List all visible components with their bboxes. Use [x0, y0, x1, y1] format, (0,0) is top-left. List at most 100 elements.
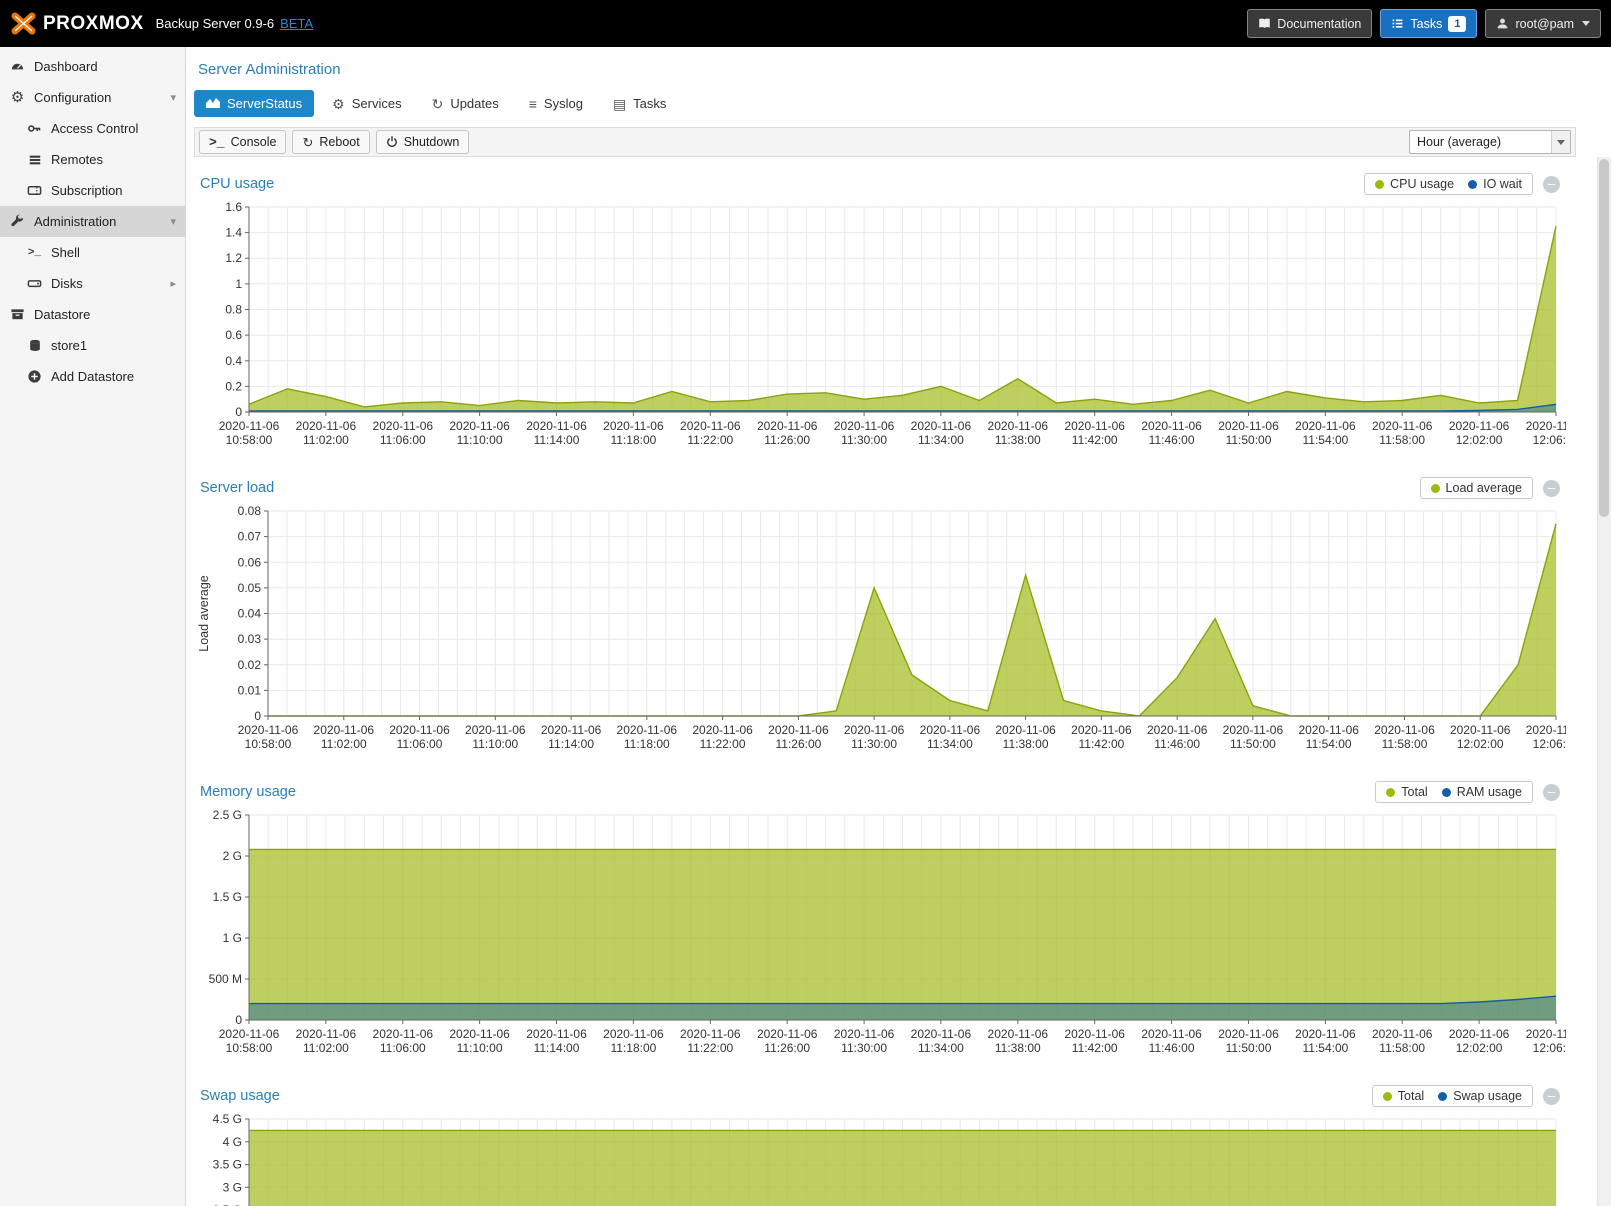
tasks-count-badge: 1 [1448, 16, 1466, 32]
tab-updates[interactable]: ↻ Updates [420, 90, 511, 117]
tab-serverstatus[interactable]: ServerStatus [194, 90, 314, 117]
svg-text:1 G: 1 G [223, 931, 242, 945]
svg-text:2020-11-06: 2020-11-06 [314, 723, 375, 737]
svg-text:2020-11-06: 2020-11-06 [692, 723, 753, 737]
svg-text:2020-11-06: 2020-11-06 [1450, 723, 1511, 737]
shutdown-button[interactable]: Shutdown [376, 130, 470, 154]
sidebar-item-store1[interactable]: store1 [0, 330, 185, 361]
legend-dot-icon [1438, 1092, 1447, 1101]
svg-text:11:34:00: 11:34:00 [927, 737, 973, 751]
sidebar-item-label: store1 [51, 338, 87, 353]
svg-text:11:02:00: 11:02:00 [303, 1041, 349, 1055]
panel-title: Server load [200, 480, 1420, 496]
svg-text:2020-11-06: 2020-11-06 [296, 419, 357, 433]
user-menu-button[interactable]: root@pam [1485, 9, 1601, 38]
svg-text:11:10:00: 11:10:00 [457, 1041, 503, 1055]
tasks-button[interactable]: Tasks 1 [1380, 9, 1477, 38]
legend-item: Total [1383, 1089, 1424, 1103]
svg-text:11:26:00: 11:26:00 [764, 433, 810, 447]
svg-text:2020-11-06: 2020-11-06 [1372, 419, 1433, 433]
brand-name: PROXMOX [43, 13, 144, 35]
svg-text:2020-11-06: 2020-11-06 [680, 1027, 741, 1041]
reboot-button[interactable]: ↻ Reboot [292, 130, 369, 154]
svg-text:4 G: 4 G [223, 1135, 242, 1149]
sidebar-item-dashboard[interactable]: Dashboard [0, 51, 185, 82]
legend-dot-icon [1468, 180, 1477, 189]
list-alt-icon: ▤ [613, 97, 626, 111]
sidebar-item-remotes[interactable]: Remotes [0, 144, 185, 175]
svg-text:4.5 G: 4.5 G [213, 1112, 242, 1126]
legend-item: RAM usage [1442, 785, 1522, 799]
sidebar: Dashboard ⚙ Configuration ▾ Access Contr… [0, 47, 186, 1206]
panel-title: CPU usage [200, 176, 1364, 192]
tab-tasks[interactable]: ▤ Tasks [601, 90, 678, 117]
svg-text:11:46:00: 11:46:00 [1149, 433, 1195, 447]
tab-label: Updates [450, 96, 498, 111]
tasks-label: Tasks [1410, 17, 1442, 31]
collapse-panel-icon[interactable]: – [1543, 1088, 1560, 1105]
sidebar-item-subscription[interactable]: Subscription [0, 175, 185, 206]
chart-legend: TotalRAM usage [1375, 781, 1533, 803]
documentation-label: Documentation [1277, 17, 1361, 31]
svg-text:11:22:00: 11:22:00 [687, 1041, 733, 1055]
chevron-down-icon: ▾ [170, 215, 176, 228]
sidebar-item-configuration[interactable]: ⚙ Configuration ▾ [0, 82, 185, 113]
swap-chart-canvas: 0500 M1 G1.5 G2 G2.5 G3 G3.5 G4 G4.5 G20… [194, 1111, 1566, 1206]
swap-usage-chart: 0500 M1 G1.5 G2 G2.5 G3 G3.5 G4 G4.5 G20… [194, 1111, 1566, 1206]
svg-text:11:50:00: 11:50:00 [1226, 433, 1272, 447]
user-icon [1496, 17, 1509, 30]
svg-text:11:02:00: 11:02:00 [321, 737, 367, 751]
svg-text:2020-11-06: 2020-11-06 [988, 419, 1049, 433]
svg-text:11:50:00: 11:50:00 [1230, 737, 1276, 751]
svg-text:11:02:00: 11:02:00 [303, 433, 349, 447]
sidebar-item-datastore[interactable]: Datastore [0, 299, 185, 330]
sidebar-item-disks[interactable]: Disks ▸ [0, 268, 185, 299]
svg-text:0.08: 0.08 [238, 504, 262, 518]
collapse-panel-icon[interactable]: – [1543, 480, 1560, 497]
documentation-button[interactable]: Documentation [1247, 9, 1372, 38]
select-trigger[interactable] [1551, 131, 1570, 153]
svg-text:2020-11-06: 2020-11-06 [219, 419, 280, 433]
svg-text:0.2: 0.2 [225, 379, 242, 393]
svg-text:0: 0 [235, 1013, 242, 1027]
sidebar-item-add-datastore[interactable]: Add Datastore [0, 361, 185, 392]
tab-label: Services [352, 96, 402, 111]
collapse-panel-icon[interactable]: – [1543, 176, 1560, 193]
svg-text:2020-11-06: 2020-11-06 [389, 723, 450, 737]
tab-services[interactable]: ⚙ Services [320, 90, 413, 117]
time-range-value: Hour (average) [1410, 135, 1551, 149]
svg-text:11:18:00: 11:18:00 [610, 1041, 656, 1055]
svg-text:2020-11-06: 2020-11-06 [911, 419, 972, 433]
svg-text:2020-11-06: 2020-11-06 [920, 723, 981, 737]
svg-text:2020-11-06: 2020-11-06 [1526, 419, 1566, 433]
scrollbar-thumb[interactable] [1599, 159, 1609, 517]
panel-memory-usage: Memory usage TotalRAM usage – 0500 M1 G1… [194, 777, 1566, 1069]
console-button[interactable]: >_ Console [199, 130, 286, 154]
sidebar-item-administration[interactable]: Administration ▾ [0, 206, 185, 237]
sidebar-item-access-control[interactable]: Access Control [0, 113, 185, 144]
vertical-scrollbar[interactable] [1597, 157, 1611, 1206]
svg-text:11:30:00: 11:30:00 [841, 1041, 887, 1055]
collapse-panel-icon[interactable]: – [1543, 784, 1560, 801]
chevron-down-icon: ▾ [170, 91, 176, 104]
svg-text:12:06:00: 12:06:00 [1533, 1041, 1566, 1055]
svg-text:11:50:00: 11:50:00 [1226, 1041, 1272, 1055]
time-range-select[interactable]: Hour (average) [1409, 130, 1571, 154]
reboot-icon: ↻ [302, 136, 313, 149]
console-label: Console [231, 135, 277, 149]
svg-text:2020-11-06: 2020-11-06 [1141, 419, 1202, 433]
svg-text:2020-11-06: 2020-11-06 [526, 1027, 587, 1041]
sidebar-item-shell[interactable]: >_ Shell [0, 237, 185, 268]
svg-text:11:06:00: 11:06:00 [380, 433, 426, 447]
action-toolbar: >_ Console ↻ Reboot Shutdown Hour (avera… [194, 127, 1576, 157]
chevron-down-icon [1582, 21, 1590, 26]
svg-text:11:38:00: 11:38:00 [995, 1041, 1041, 1055]
svg-text:0.4: 0.4 [225, 354, 242, 368]
cogs-icon: ⚙ [332, 97, 345, 111]
svg-text:2020-11-06: 2020-11-06 [1218, 1027, 1279, 1041]
tab-syslog[interactable]: ≡ Syslog [517, 90, 595, 117]
beta-link[interactable]: BETA [280, 16, 313, 31]
svg-text:11:06:00: 11:06:00 [397, 737, 443, 751]
svg-text:2020-11-06: 2020-11-06 [834, 1027, 895, 1041]
terminal-icon: >_ [209, 136, 225, 149]
